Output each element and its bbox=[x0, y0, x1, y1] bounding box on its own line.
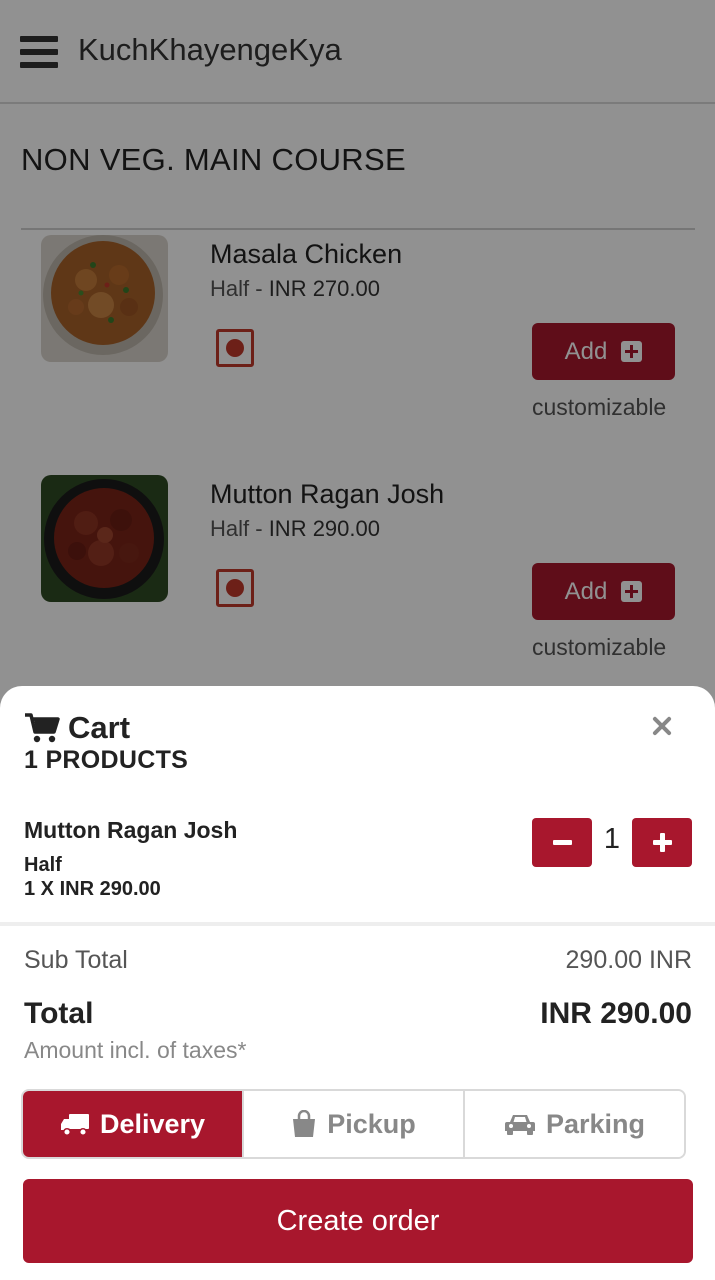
close-icon[interactable] bbox=[648, 712, 676, 740]
total-value: INR 290.00 bbox=[540, 997, 692, 1030]
decrease-quantity-button[interactable] bbox=[532, 818, 592, 867]
cart-item-line-total: 1 X INR 290.00 bbox=[24, 878, 161, 900]
mode-delivery[interactable]: Delivery bbox=[23, 1091, 244, 1157]
subtotal-label: Sub Total bbox=[24, 946, 128, 974]
cart-item-variant: Half bbox=[24, 854, 62, 876]
cart-icon bbox=[25, 713, 60, 743]
total-label: Total bbox=[24, 997, 94, 1030]
truck-icon bbox=[60, 1114, 89, 1136]
cart-sheet: Cart 1 PRODUCTS Mutton Ragan Josh Half 1… bbox=[0, 686, 715, 1280]
create-order-button[interactable]: Create order bbox=[23, 1179, 693, 1263]
subtotal-value: 290.00 INR bbox=[565, 946, 692, 974]
mode-pickup[interactable]: Pickup bbox=[244, 1091, 465, 1157]
taxes-note: Amount incl. of taxes* bbox=[24, 1037, 247, 1063]
mode-label: Parking bbox=[545, 1108, 646, 1139]
mode-label: Delivery bbox=[99, 1108, 206, 1139]
order-mode-selector: Delivery Pickup Parking bbox=[21, 1089, 686, 1159]
cart-header: Cart bbox=[24, 710, 130, 746]
car-icon bbox=[504, 1115, 535, 1135]
quantity-value: 1 bbox=[603, 823, 621, 855]
cart-item-name: Mutton Ragan Josh bbox=[24, 817, 238, 843]
mode-label: Pickup bbox=[327, 1108, 416, 1139]
cart-product-count: 1 PRODUCTS bbox=[24, 746, 189, 774]
increase-quantity-button[interactable] bbox=[632, 818, 692, 867]
cart-title: Cart bbox=[68, 710, 131, 745]
shopping-bag-icon bbox=[293, 1110, 316, 1137]
mode-parking[interactable]: Parking bbox=[465, 1091, 684, 1157]
divider bbox=[0, 922, 715, 926]
